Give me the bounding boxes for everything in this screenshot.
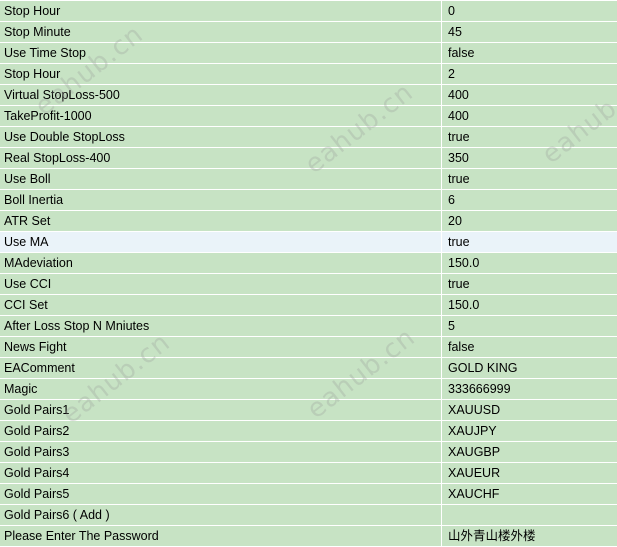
property-name: Gold Pairs5: [0, 484, 442, 504]
property-value[interactable]: XAUGBP: [443, 442, 617, 462]
property-name: After Loss Stop N Mniutes: [0, 316, 442, 336]
property-value[interactable]: 6: [443, 190, 617, 210]
property-value[interactable]: 5: [443, 316, 617, 336]
property-value[interactable]: XAUJPY: [443, 421, 617, 441]
property-row[interactable]: Stop Hour 0: [0, 1, 617, 22]
property-name: Use MA: [0, 232, 442, 252]
property-value[interactable]: false: [443, 337, 617, 357]
property-value[interactable]: XAUCHF: [443, 484, 617, 504]
property-value[interactable]: true: [443, 127, 617, 147]
property-row[interactable]: Gold Pairs2 XAUJPY: [0, 421, 617, 442]
property-row[interactable]: Magic 333666999: [0, 379, 617, 400]
property-name: News Fight: [0, 337, 442, 357]
property-row[interactable]: Use Double StopLoss true: [0, 127, 617, 148]
property-name: Use Boll: [0, 169, 442, 189]
property-name: Use Double StopLoss: [0, 127, 442, 147]
property-name: Real StopLoss-400: [0, 148, 442, 168]
property-value[interactable]: 333666999: [443, 379, 617, 399]
property-name: TakeProfit-1000: [0, 106, 442, 126]
property-value[interactable]: 山外青山楼外楼: [443, 526, 617, 546]
property-row[interactable]: Real StopLoss-400 350: [0, 148, 617, 169]
property-name: Stop Hour: [0, 64, 442, 84]
property-value[interactable]: 0: [443, 1, 617, 21]
property-name: Use Time Stop: [0, 43, 442, 63]
property-name: Gold Pairs6 ( Add ): [0, 505, 442, 525]
property-name: Please Enter The Password: [0, 526, 442, 546]
property-value[interactable]: XAUEUR: [443, 463, 617, 483]
property-row[interactable]: ATR Set 20: [0, 211, 617, 232]
property-row[interactable]: Gold Pairs3 XAUGBP: [0, 442, 617, 463]
property-row-selected[interactable]: Use MA true: [0, 232, 617, 253]
property-name: CCI Set: [0, 295, 442, 315]
property-row[interactable]: TakeProfit-1000 400: [0, 106, 617, 127]
property-value[interactable]: true: [443, 274, 617, 294]
property-row[interactable]: After Loss Stop N Mniutes 5: [0, 316, 617, 337]
property-value[interactable]: true: [443, 232, 617, 252]
property-row[interactable]: Gold Pairs1 XAUUSD: [0, 400, 617, 421]
property-row[interactable]: Gold Pairs5 XAUCHF: [0, 484, 617, 505]
property-name: Gold Pairs2: [0, 421, 442, 441]
property-value[interactable]: GOLD KING: [443, 358, 617, 378]
property-value[interactable]: 20: [443, 211, 617, 231]
property-name: EAComment: [0, 358, 442, 378]
property-row[interactable]: Virtual StopLoss-500 400: [0, 85, 617, 106]
property-name: ATR Set: [0, 211, 442, 231]
property-name: Gold Pairs4: [0, 463, 442, 483]
property-name: Stop Minute: [0, 22, 442, 42]
property-value[interactable]: [443, 505, 617, 525]
property-row[interactable]: Gold Pairs6 ( Add ): [0, 505, 617, 526]
property-value[interactable]: 400: [443, 85, 617, 105]
property-value[interactable]: true: [443, 169, 617, 189]
property-value[interactable]: 2: [443, 64, 617, 84]
property-value[interactable]: 350: [443, 148, 617, 168]
property-row[interactable]: Use Boll true: [0, 169, 617, 190]
property-value[interactable]: XAUUSD: [443, 400, 617, 420]
property-value[interactable]: false: [443, 43, 617, 63]
property-row[interactable]: Gold Pairs4 XAUEUR: [0, 463, 617, 484]
property-row[interactable]: Stop Minute 45: [0, 22, 617, 43]
property-row[interactable]: CCI Set 150.0: [0, 295, 617, 316]
properties-grid: Stop Hour 0 Stop Minute 45 Use Time Stop…: [0, 0, 617, 547]
property-value[interactable]: 400: [443, 106, 617, 126]
property-name: Stop Hour: [0, 1, 442, 21]
property-row[interactable]: Stop Hour 2: [0, 64, 617, 85]
property-row[interactable]: EAComment GOLD KING: [0, 358, 617, 379]
property-value[interactable]: 45: [443, 22, 617, 42]
property-row[interactable]: Boll Inertia 6: [0, 190, 617, 211]
property-name: MAdeviation: [0, 253, 442, 273]
property-name: Use CCI: [0, 274, 442, 294]
property-name: Magic: [0, 379, 442, 399]
property-row[interactable]: News Fight false: [0, 337, 617, 358]
property-row[interactable]: Use CCI true: [0, 274, 617, 295]
property-row[interactable]: Use Time Stop false: [0, 43, 617, 64]
property-name: Gold Pairs1: [0, 400, 442, 420]
property-name: Boll Inertia: [0, 190, 442, 210]
property-value[interactable]: 150.0: [443, 253, 617, 273]
property-row[interactable]: Please Enter The Password 山外青山楼外楼: [0, 526, 617, 547]
property-row[interactable]: MAdeviation 150.0: [0, 253, 617, 274]
property-name: Gold Pairs3: [0, 442, 442, 462]
property-name: Virtual StopLoss-500: [0, 85, 442, 105]
property-value[interactable]: 150.0: [443, 295, 617, 315]
